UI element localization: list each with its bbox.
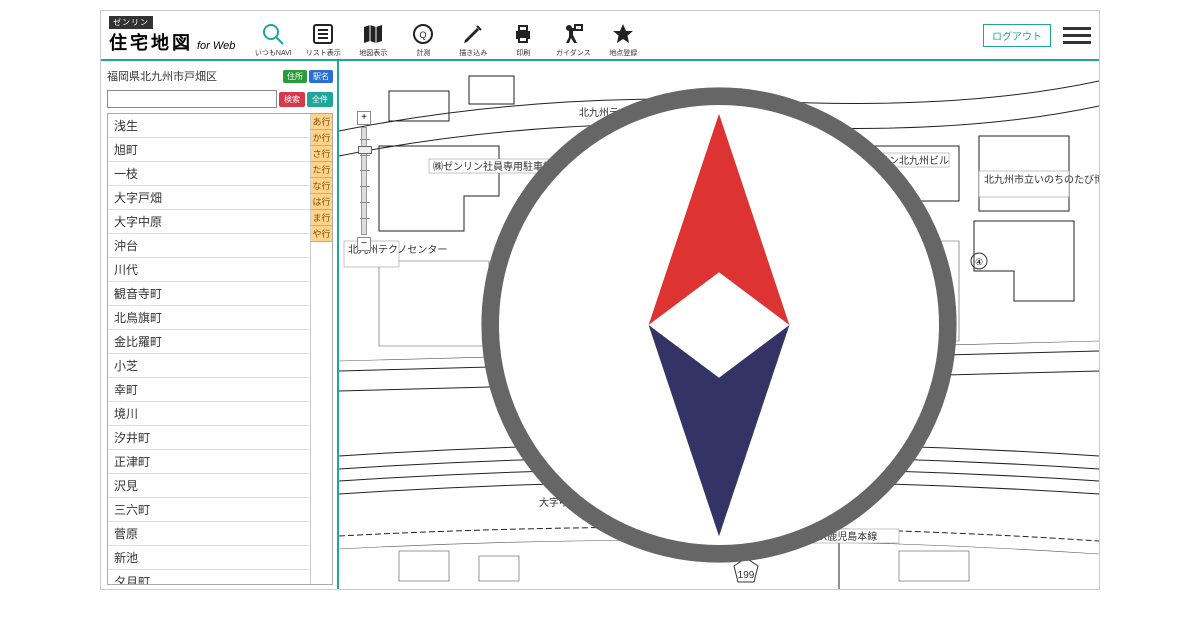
bc-btn-station[interactable]: 駅名 [309, 70, 333, 83]
kana-button[interactable]: な行 [311, 178, 332, 194]
list-item[interactable]: 大字戸畑 [108, 186, 310, 210]
list-item[interactable]: 浅生 [108, 114, 310, 138]
list-item[interactable]: 観音寺町 [108, 282, 310, 306]
kana-index: あ行か行さ行た行な行は行ま行や行 [310, 114, 332, 584]
kana-button[interactable]: や行 [311, 226, 332, 242]
tool-label: 描き込み [459, 48, 487, 58]
kana-button[interactable]: ま行 [311, 210, 332, 226]
logo-main: 住宅地図 for Web [109, 29, 235, 55]
tool-measure[interactable]: Q 計測 [401, 12, 445, 58]
tool-label: 地図表示 [359, 48, 387, 58]
logo-text: 住宅地図 [109, 29, 193, 55]
tool-edit[interactable]: 描き込み [451, 12, 495, 58]
tool-map[interactable]: 地図表示 [351, 12, 395, 58]
map-icon [361, 22, 385, 46]
logo-tag: ゼンリン [109, 16, 153, 29]
list-item[interactable]: 川代 [108, 258, 310, 282]
list-item[interactable]: 小芝 [108, 354, 310, 378]
svg-text:Q: Q [420, 30, 427, 40]
list-item[interactable]: 大字中原 [108, 210, 310, 234]
logo: ゼンリン 住宅地図 for Web [109, 16, 235, 55]
kana-button[interactable]: は行 [311, 194, 332, 210]
kana-button[interactable]: あ行 [311, 114, 332, 130]
place-list[interactable]: 浅生旭町一枝大字戸畑大字中原沖台川代観音寺町北鳥旗町金比羅町小芝幸町境川汐井町正… [108, 114, 310, 584]
tool-label: 印刷 [516, 48, 530, 58]
logo-sub: for Web [197, 40, 235, 52]
tool-label: 計測 [416, 48, 430, 58]
list-item[interactable]: 正津町 [108, 450, 310, 474]
zoom-slider: + − [357, 111, 371, 251]
map-pane[interactable]: ㈱ゼンリン社員専用駐車場 北九州テクノパーク ゼンリン北九州ビル 北九州市立いの… [339, 61, 1099, 589]
measure-icon: Q [411, 22, 435, 46]
tool-print[interactable]: 印刷 [501, 12, 545, 58]
star-icon [611, 22, 635, 46]
app-frame: ゼンリン 住宅地図 for Web いつもNAVI リスト表示 地図表示 Q 計… [100, 10, 1100, 590]
breadcrumb-text: 福岡県北九州市戸畑区 [107, 68, 217, 84]
list-item[interactable]: 一枝 [108, 162, 310, 186]
list-item[interactable]: 新池 [108, 546, 310, 570]
tool-label: ガイダンス [556, 48, 591, 58]
list-item[interactable]: 沢見 [108, 474, 310, 498]
list-item[interactable]: 旭町 [108, 138, 310, 162]
kana-button[interactable]: か行 [311, 130, 332, 146]
zoom-track[interactable] [361, 127, 367, 235]
breadcrumb: 福岡県北九州市戸畑区 住所 駅名 [107, 65, 333, 87]
compass-icon [339, 61, 1099, 589]
list-item[interactable]: 北鳥旗町 [108, 306, 310, 330]
kana-button[interactable]: さ行 [311, 146, 332, 162]
list-item[interactable]: 幸町 [108, 378, 310, 402]
clear-button[interactable]: 全件 [307, 92, 333, 107]
zoom-out-button[interactable]: − [357, 237, 371, 251]
kana-button[interactable]: た行 [311, 162, 332, 178]
print-icon [511, 22, 535, 46]
zoom-handle[interactable] [358, 146, 372, 154]
search-row: 検索 全件 [107, 90, 333, 108]
tool-label: 地点登録 [609, 48, 637, 58]
bc-btn-address[interactable]: 住所 [283, 70, 307, 83]
body: 福岡県北九州市戸畑区 住所 駅名 検索 全件 浅生旭町一枝大字戸畑大字中原沖台川… [101, 61, 1099, 589]
place-list-wrap: 浅生旭町一枝大字戸畑大字中原沖台川代観音寺町北鳥旗町金比羅町小芝幸町境川汐井町正… [107, 113, 333, 585]
tool-list[interactable]: リスト表示 [301, 12, 345, 58]
search-icon [261, 22, 285, 46]
search-button[interactable]: 検索 [279, 92, 305, 107]
logout-button[interactable]: ログアウト [983, 24, 1051, 47]
tool-favorite[interactable]: 地点登録 [601, 12, 645, 58]
list-item[interactable]: 夕月町 [108, 570, 310, 584]
tool-search[interactable]: いつもNAVI [251, 12, 295, 58]
pencil-icon [461, 22, 485, 46]
sidebar: 福岡県北九州市戸畑区 住所 駅名 検索 全件 浅生旭町一枝大字戸畑大字中原沖台川… [101, 61, 339, 589]
search-input[interactable] [107, 90, 277, 108]
zoom-in-button[interactable]: + [357, 111, 371, 125]
list-item[interactable]: 菅原 [108, 522, 310, 546]
list-item[interactable]: 沖台 [108, 234, 310, 258]
list-item[interactable]: 境川 [108, 402, 310, 426]
guide-icon [561, 22, 585, 46]
list-icon [311, 22, 335, 46]
list-item[interactable]: 三六町 [108, 498, 310, 522]
tool-guide[interactable]: ガイダンス [551, 12, 595, 58]
list-item[interactable]: 汐井町 [108, 426, 310, 450]
header: ゼンリン 住宅地図 for Web いつもNAVI リスト表示 地図表示 Q 計… [101, 11, 1099, 61]
tool-label: いつもNAVI [255, 48, 292, 58]
hamburger-icon[interactable] [1063, 21, 1091, 49]
list-item[interactable]: 金比羅町 [108, 330, 310, 354]
tool-label: リスト表示 [306, 48, 341, 58]
